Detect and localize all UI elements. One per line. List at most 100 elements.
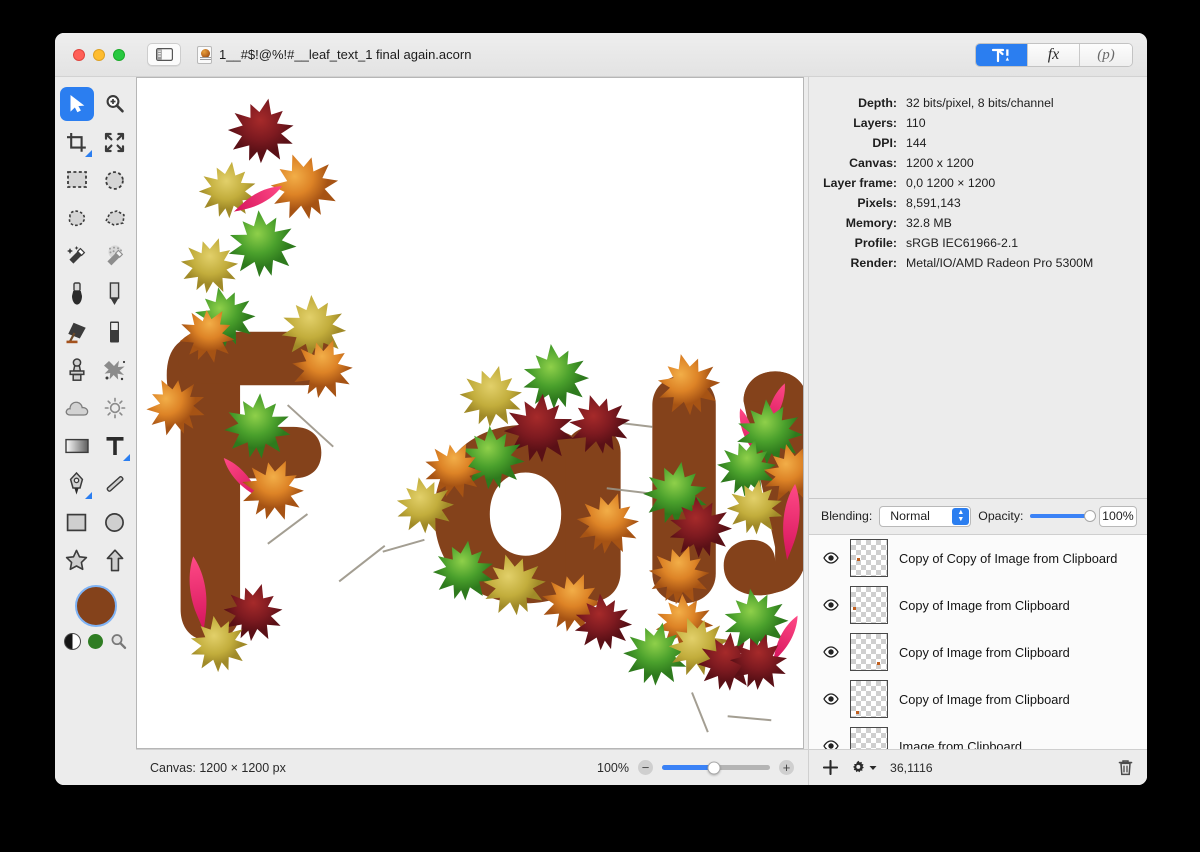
star-shape-tool[interactable] [60, 543, 94, 577]
layer-actions-gear-icon[interactable] [851, 760, 866, 775]
text-tool[interactable] [98, 429, 132, 463]
line-tool[interactable] [98, 467, 132, 501]
transform-tool[interactable] [98, 125, 132, 159]
star-icon [65, 549, 88, 571]
layer-thumbnail[interactable] [850, 633, 888, 671]
layer-name: Copy of Image from Clipboard [899, 644, 1070, 660]
elliptical-select-tool[interactable] [98, 163, 132, 197]
opacity-slider-knob[interactable] [1083, 510, 1096, 522]
crop-tool[interactable] [60, 125, 94, 159]
layer-visibility-eye-icon[interactable] [823, 644, 839, 660]
background-color-swatch[interactable] [88, 634, 103, 649]
layer-actions-menu[interactable] [851, 760, 877, 775]
rectangle-shape-tool[interactable] [60, 505, 94, 539]
zoom-slider-knob[interactable] [707, 761, 721, 774]
info-row-memory: Memory: 32.8 MB [809, 213, 1129, 233]
canvas-column: Canvas: 1200 × 1200 px 100% − + [136, 77, 808, 785]
default-colors-icon[interactable] [64, 633, 81, 650]
layer-name: Copy of Copy of Image from Clipboard [899, 550, 1118, 566]
leaf-green [518, 339, 593, 413]
layers-list[interactable]: Copy of Copy of Image from Clipboard Cop… [809, 533, 1147, 749]
cloud-icon [65, 401, 88, 416]
gradient-tool[interactable] [60, 429, 94, 463]
paint-bucket-tool[interactable] [60, 315, 94, 349]
opacity-slider[interactable] [1030, 510, 1096, 522]
leaf-yellow [195, 157, 261, 222]
table-row[interactable]: Copy of Image from Clipboard [809, 629, 1147, 676]
leaf-orange [260, 142, 348, 229]
rectangle-icon [66, 513, 87, 531]
opacity-label: Opacity: [978, 509, 1024, 523]
arrow-shape-tool[interactable] [98, 543, 132, 577]
gradient-icon [64, 438, 89, 454]
leaf-red [222, 91, 301, 169]
color-picker-magnifier-icon[interactable] [110, 633, 127, 650]
pencil-tool[interactable] [98, 277, 132, 311]
clone-stamp-icon [68, 358, 85, 381]
table-row[interactable]: Copy of Copy of Image from Clipboard [809, 535, 1147, 582]
layer-visibility-eye-icon[interactable] [823, 550, 839, 566]
sun-icon [104, 397, 125, 419]
move-tool[interactable] [59, 87, 94, 121]
zoom-out-button[interactable]: − [638, 760, 653, 775]
layer-thumbnail[interactable] [850, 680, 888, 718]
layer-thumbnail[interactable] [850, 586, 888, 624]
canvas[interactable] [136, 77, 804, 749]
info-value-profile: sRGB IEC61966-2.1 [906, 236, 1019, 250]
zoom-in-button[interactable]: + [779, 760, 794, 775]
zoom-slider[interactable] [662, 761, 770, 774]
info-value-dpi: 144 [906, 136, 927, 150]
tool-options-corner-icon [84, 150, 92, 157]
lasso-tool[interactable] [60, 201, 94, 235]
document-title[interactable]: 1__#$!@%!#__leaf_text_1 final again.acor… [197, 45, 471, 64]
layers-footer: 36,1116 [809, 749, 1147, 785]
table-row[interactable]: Image from Clipboard [809, 723, 1147, 749]
tab-filters[interactable]: fx [1028, 44, 1080, 66]
tab-presets[interactable]: (p) [1080, 44, 1132, 66]
layer-thumbnail[interactable] [850, 727, 888, 749]
brush-tool[interactable] [60, 277, 94, 311]
close-button[interactable] [73, 48, 85, 61]
maximize-button[interactable] [113, 48, 125, 61]
table-row[interactable]: Copy of Image from Clipboard [809, 676, 1147, 723]
clone-stamp-tool[interactable] [60, 353, 94, 387]
blending-mode-select[interactable]: Normal ▲ ▼ [879, 505, 972, 527]
foreground-color-swatch[interactable] [74, 585, 117, 627]
tab-tools-info[interactable] [976, 44, 1028, 66]
magic-wand-tool[interactable] [60, 239, 94, 273]
brightness-tool[interactable] [98, 391, 132, 425]
acorn-document-icon [197, 45, 212, 64]
chevron-down-icon[interactable] [869, 765, 877, 771]
sidebar-toggle-button[interactable] [147, 43, 181, 66]
lasso-icon [68, 210, 85, 227]
minimize-button[interactable] [93, 48, 105, 61]
smudge-tool[interactable] [98, 353, 132, 387]
layer-visibility-eye-icon[interactable] [823, 691, 839, 707]
ellipse-shape-tool[interactable] [98, 505, 132, 539]
marquee-rect-icon [66, 171, 87, 188]
tool-options-corner-icon [84, 492, 92, 499]
opacity-input[interactable]: 100% [1098, 505, 1137, 527]
add-layer-icon[interactable] [823, 760, 838, 775]
eraser-tool[interactable] [98, 315, 132, 349]
dodge-burn-tool[interactable] [60, 391, 94, 425]
layer-coordinates-text: 36,1116 [890, 760, 933, 775]
zoom-slider-fill [662, 765, 714, 770]
tool-palette [55, 77, 136, 785]
table-row[interactable]: Copy of Image from Clipboard [809, 582, 1147, 629]
artwork-fall-leaf-text [137, 91, 803, 733]
layer-thumbnail[interactable] [850, 539, 888, 577]
info-row-dpi: DPI: 144 [809, 133, 1129, 153]
delete-layer-icon[interactable] [1118, 759, 1133, 776]
titlebar: 1__#$!@%!#__leaf_text_1 final again.acor… [55, 33, 1147, 77]
layer-visibility-eye-icon[interactable] [823, 738, 839, 749]
info-value-render: Metal/IO/AMD Radeon Pro 5300M [906, 256, 1094, 270]
layer-visibility-eye-icon[interactable] [823, 597, 839, 613]
pen-tool[interactable] [60, 467, 94, 501]
inspector-spacer [809, 283, 1147, 498]
thumbnail-content-speck [853, 607, 856, 610]
instant-alpha-tool[interactable] [98, 239, 132, 273]
rectangular-select-tool[interactable] [60, 163, 94, 197]
polygon-lasso-tool[interactable] [98, 201, 132, 235]
zoom-tool[interactable] [98, 87, 132, 121]
